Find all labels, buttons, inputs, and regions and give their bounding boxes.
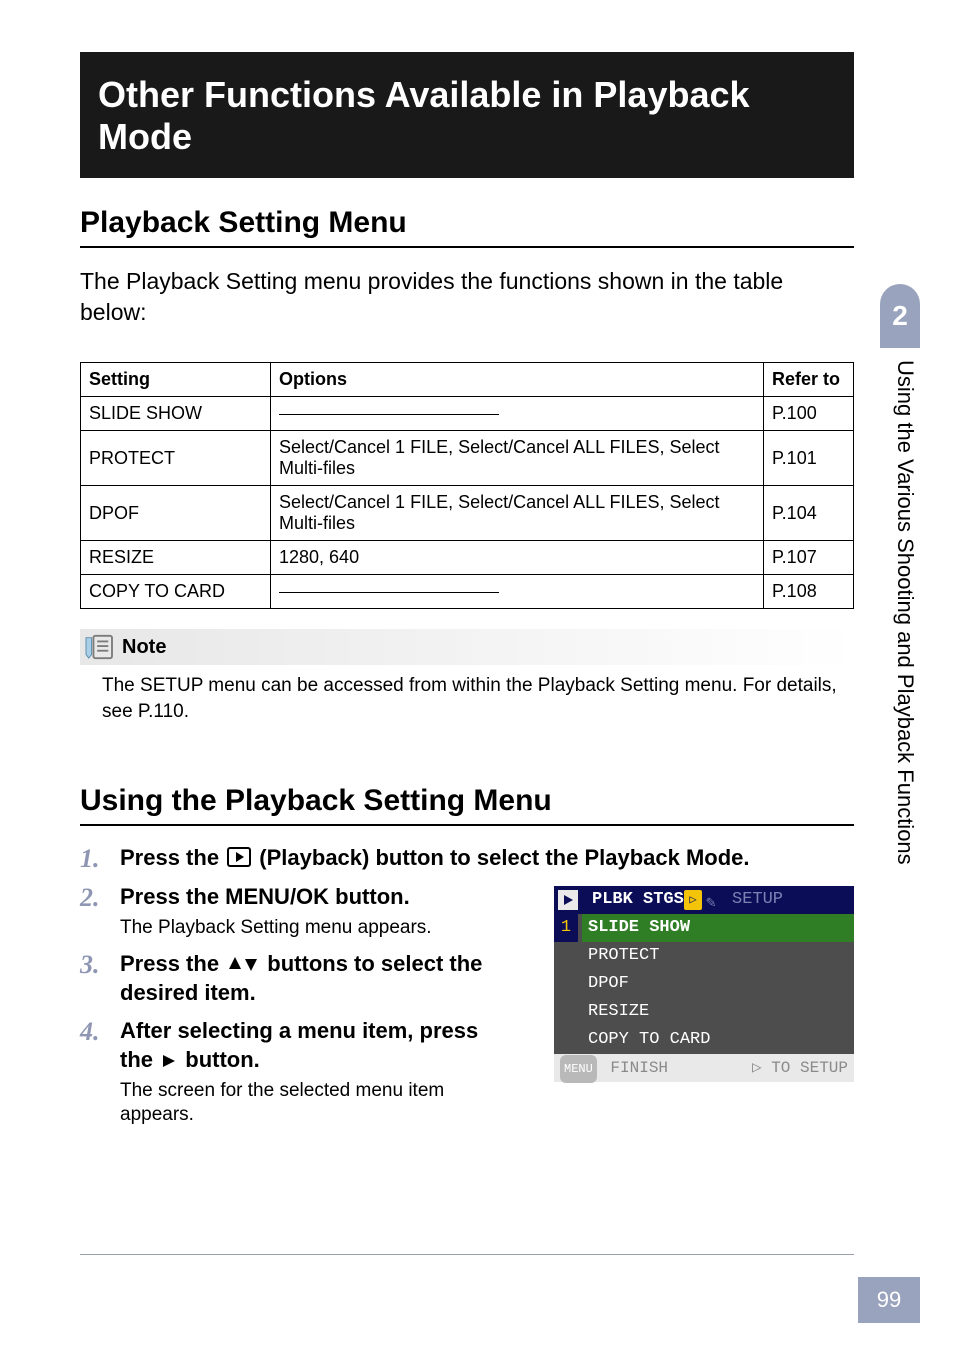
step-1: Press the (Playback) button to select th…	[80, 844, 854, 873]
section-heading-playback-setting-menu: Playback Setting Menu	[80, 206, 854, 248]
td-options: Select/Cancel 1 FILE, Select/Cancel ALL …	[271, 431, 764, 486]
step-head: Press the buttons to select the desired …	[120, 950, 490, 1007]
lcd-bottom-right: ▷ TO SETUP	[752, 1054, 848, 1082]
step-text: Press the	[120, 951, 225, 976]
td-setting: SLIDE SHOW	[81, 397, 271, 431]
step-sub: The Playback Setting menu appears.	[120, 916, 490, 941]
th-refer: Refer to	[764, 363, 854, 397]
note-icon	[84, 634, 114, 660]
footer-rule	[80, 1254, 854, 1255]
td-refer: P.101	[764, 431, 854, 486]
td-setting: DPOF	[81, 486, 271, 541]
settings-table: Setting Options Refer to SLIDE SHOW P.10…	[80, 362, 854, 609]
step-head: After selecting a menu item, press the b…	[120, 1017, 490, 1074]
td-options: Select/Cancel 1 FILE, Select/Cancel ALL …	[271, 486, 764, 541]
dash-icon	[279, 592, 499, 593]
lcd-menu-list: SLIDE SHOW PROTECT DPOF RESIZE COPY TO C…	[554, 914, 854, 1054]
page-number: 99	[858, 1277, 920, 1323]
playback-box-icon	[227, 847, 251, 867]
dash-icon	[279, 414, 499, 415]
lcd-tabbar: PLBK STGS ▷ ✎ SETUP	[554, 886, 854, 914]
right-arrow-icon	[161, 1053, 177, 1069]
table-row: DPOF Select/Cancel 1 FILE, Select/Cancel…	[81, 486, 854, 541]
td-options	[271, 575, 764, 609]
lcd-menu-item: PROTECT	[582, 942, 854, 970]
lcd-menu-item: DPOF	[582, 970, 854, 998]
camera-lcd-screenshot: PLBK STGS ▷ ✎ SETUP 1 SLIDE SHOW PROTECT…	[554, 886, 854, 1082]
td-setting: RESIZE	[81, 541, 271, 575]
step-text: (Playback) button to select the Playback…	[259, 845, 749, 870]
chapter-title-banner: Other Functions Available in Playback Mo…	[80, 52, 854, 178]
lcd-menu-item: RESIZE	[582, 998, 854, 1026]
lcd-menu-item: COPY TO CARD	[582, 1026, 854, 1054]
lcd-tab-active: PLBK STGS	[584, 886, 692, 914]
lcd-bottom-left-label: FINISH	[610, 1059, 668, 1077]
chevron-right-icon: ▷	[684, 890, 702, 910]
lcd-menu-item: SLIDE SHOW	[582, 914, 854, 942]
side-section-title: Using the Various Shooting and Playback …	[882, 360, 918, 1080]
chapter-side-tab: 2	[880, 284, 920, 348]
td-options: 1280, 640	[271, 541, 764, 575]
lcd-bottombar: MENU FINISH ▷ TO SETUP	[554, 1054, 854, 1082]
th-setting: Setting	[81, 363, 271, 397]
lcd-bottom-left: MENU FINISH	[560, 1054, 668, 1082]
td-setting: PROTECT	[81, 431, 271, 486]
td-refer: P.107	[764, 541, 854, 575]
note-callout: Note The SETUP menu can be accessed from…	[80, 629, 854, 724]
chapter-number: 2	[892, 300, 908, 331]
step-head: Press the (Playback) button to select th…	[120, 844, 854, 873]
right-outline-arrow-icon: ▷	[752, 1059, 771, 1077]
td-refer: P.108	[764, 575, 854, 609]
intro-paragraph: The Playback Setting menu provides the f…	[80, 266, 854, 328]
note-label: Note	[122, 636, 166, 659]
table-row: COPY TO CARD P.108	[81, 575, 854, 609]
table-row: PROTECT Select/Cancel 1 FILE, Select/Can…	[81, 431, 854, 486]
step-head: Press the MENU/OK button.	[120, 883, 490, 912]
section-heading-using-playback-menu: Using the Playback Setting Menu	[80, 784, 854, 826]
note-header: Note	[80, 629, 854, 665]
note-body: The SETUP menu can be accessed from with…	[80, 665, 854, 724]
table-header-row: Setting Options Refer to	[81, 363, 854, 397]
lcd-tab-inactive: SETUP	[732, 890, 783, 909]
table-row: SLIDE SHOW P.100	[81, 397, 854, 431]
up-down-arrows-icon	[227, 955, 259, 973]
td-refer: P.104	[764, 486, 854, 541]
playback-mode-icon	[558, 890, 578, 910]
lcd-bottom-right-label: TO SETUP	[771, 1059, 848, 1077]
step-text: button.	[185, 1047, 260, 1072]
th-options: Options	[271, 363, 764, 397]
td-refer: P.100	[764, 397, 854, 431]
step-text: Press the	[120, 845, 225, 870]
td-setting: COPY TO CARD	[81, 575, 271, 609]
menu-pill-icon: MENU	[560, 1055, 597, 1083]
table-row: RESIZE 1280, 640 P.107	[81, 541, 854, 575]
lcd-page-number: 1	[554, 914, 578, 942]
td-options	[271, 397, 764, 431]
step-sub: The screen for the selected menu item ap…	[120, 1079, 490, 1128]
setup-wrench-icon: ✎	[706, 892, 716, 912]
